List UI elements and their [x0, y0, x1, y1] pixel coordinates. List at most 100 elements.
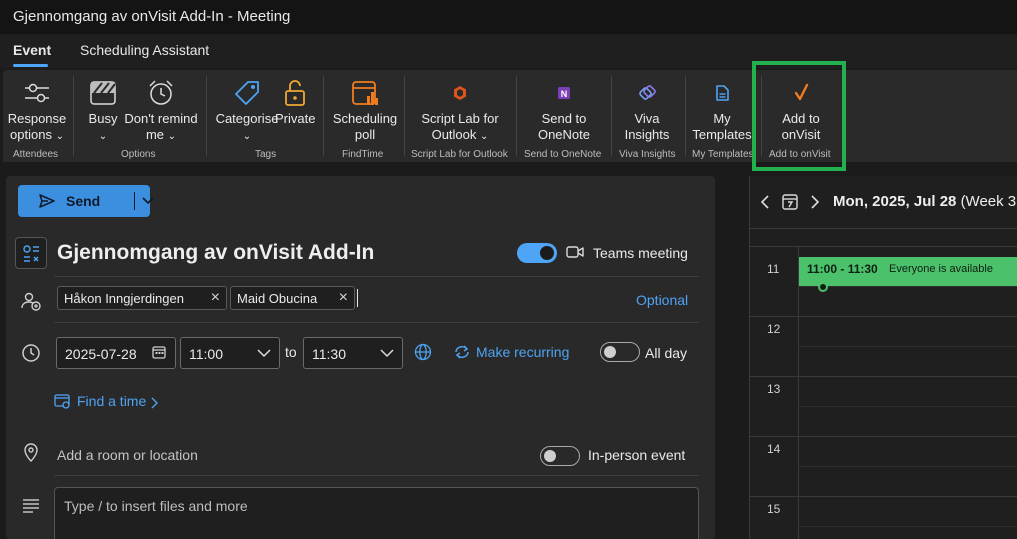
event-availability-note: Everyone is available: [889, 263, 993, 275]
find-time-icon: [54, 394, 70, 409]
text-cursor: [357, 289, 358, 307]
clock-icon: [22, 344, 40, 362]
ribbon-separator: [323, 76, 324, 156]
viva-insights-icon: [639, 85, 656, 100]
today-calendar-icon[interactable]: [781, 193, 799, 211]
start-time-field[interactable]: 11:00: [180, 337, 280, 369]
script-lab-icon: [454, 86, 466, 100]
send-to-onenote-label-2: OneNote: [537, 127, 591, 142]
message-body-editor[interactable]: Type / to insert files and more: [54, 487, 699, 539]
video-camera-icon: [566, 246, 584, 258]
chevron-down-icon[interactable]: [257, 348, 271, 358]
group-label-tags: Tags: [255, 149, 277, 160]
calendar-half-hour-line: [798, 406, 1017, 407]
calendar-grid-line: [750, 246, 1017, 247]
ribbon-separator: [611, 76, 612, 156]
event-time: 11:00 - 11:30: [807, 262, 878, 276]
ribbon-separator: [404, 76, 405, 156]
send-button[interactable]: Send: [18, 185, 154, 217]
calendar-half-hour-line: [798, 286, 1017, 287]
attendee-name: Håkon Inngjerdingen: [64, 291, 184, 306]
title-bar: Gjennomgang av onVisit Add-In - Meeting: [0, 0, 1017, 34]
chevron-down-icon[interactable]: [380, 348, 394, 358]
templates-icon: [716, 85, 729, 101]
ribbon-separator: [206, 76, 207, 156]
active-tab-indicator: [13, 64, 48, 67]
onvisit-highlight-box: [752, 61, 846, 171]
body-placeholder: Type / to insert files and more: [64, 498, 248, 514]
calendar-grid-line: [750, 376, 1017, 377]
group-label-attendees: Attendees: [13, 149, 59, 160]
scheduling-poll-label-1: Scheduling: [332, 111, 398, 126]
text-lines-icon: [23, 499, 39, 513]
dont-remind-label-2: me: [145, 127, 165, 142]
ribbon-separator: [73, 76, 74, 156]
teams-meeting-toggle[interactable]: [517, 243, 557, 263]
my-templates-label-1: My: [713, 111, 731, 126]
calendar-grid-line: [750, 436, 1017, 437]
group-label-viva: Viva Insights: [619, 149, 676, 160]
tab-event[interactable]: Event: [13, 42, 51, 58]
lock-icon: [285, 80, 305, 106]
group-label-options: Options: [121, 149, 156, 160]
private-button[interactable]: Private: [275, 70, 315, 162]
optional-attendees-link[interactable]: Optional: [636, 292, 688, 308]
location-input[interactable]: Add a room or location: [57, 447, 198, 463]
calendar-half-hour-line: [798, 526, 1017, 527]
calendar-grid-line: [750, 496, 1017, 497]
divider: [54, 276, 699, 277]
calendar-icon[interactable]: [151, 344, 167, 360]
meeting-type-icon[interactable]: [15, 237, 47, 269]
start-date-field[interactable]: 2025-07-28: [56, 337, 176, 369]
calendar-half-hour-line: [798, 466, 1017, 467]
scheduling-poll-label-2: poll: [354, 127, 376, 142]
end-time-value: 11:30: [312, 346, 346, 362]
busy-label: Busy: [88, 111, 118, 126]
hour-label: 14: [767, 442, 781, 456]
send-icon: [39, 194, 55, 208]
in-person-toggle[interactable]: [540, 446, 580, 466]
private-label: Private: [275, 111, 316, 126]
in-person-label: In-person event: [588, 447, 686, 463]
event-resize-handle[interactable]: [818, 282, 828, 292]
globe-icon[interactable]: [414, 343, 432, 361]
tab-bar: Event Scheduling Assistant: [0, 34, 1017, 68]
ribbon: Response options ⌄ Attendees Busy ⌄ Don't …: [3, 70, 1017, 162]
make-recurring-link[interactable]: Make recurring: [476, 344, 569, 360]
response-options-icon: [25, 83, 49, 103]
end-time-field[interactable]: 11:30: [303, 337, 403, 369]
send-label: Send: [66, 193, 101, 209]
remove-attendee-icon[interactable]: ×: [211, 289, 220, 307]
calendar-date-header: Mon, 2025, Jul 28 (Week 31: [833, 193, 1017, 210]
hour-label: 15: [767, 502, 781, 516]
busy-button[interactable]: Busy ⌄: [81, 70, 125, 162]
tag-icon: [235, 81, 259, 105]
dont-remind-label-1: Don't remind: [124, 111, 198, 126]
all-day-label: All day: [645, 345, 688, 361]
categorise-label: Categorise: [215, 111, 279, 126]
calendar-date-label: Mon, 2025, Jul 28: [833, 193, 957, 210]
attendee-chip[interactable]: Håkon Inngjerdingen ×: [57, 286, 227, 310]
scheduling-poll-icon: [352, 81, 378, 105]
calendar-event-block[interactable]: 11:00 - 11:30 Everyone is available: [799, 257, 1017, 292]
response-options-label-2: options: [10, 127, 52, 142]
chevron-left-icon[interactable]: [760, 195, 770, 209]
onenote-icon: N: [558, 87, 570, 99]
all-day-toggle[interactable]: [600, 342, 640, 362]
chevron-right-icon[interactable]: [810, 195, 820, 209]
chevron-right-icon[interactable]: [150, 397, 158, 409]
ribbon-separator: [516, 76, 517, 156]
remove-attendee-icon[interactable]: ×: [339, 289, 348, 307]
busy-status-icon: [90, 81, 116, 105]
attendee-chip[interactable]: Maid Obucina ×: [230, 286, 355, 310]
attendee-name: Maid Obucina: [237, 291, 318, 306]
calendar-panel: [749, 176, 1017, 539]
recurring-icon[interactable]: [453, 344, 471, 360]
calendar-week-label: (Week 31: [960, 193, 1017, 210]
chevron-down-icon[interactable]: [142, 196, 154, 206]
tab-scheduling-assistant[interactable]: Scheduling Assistant: [80, 42, 209, 58]
meeting-subject-field[interactable]: Gjennomgang av onVisit Add-In: [57, 241, 374, 265]
divider: [54, 475, 699, 476]
alarm-clock-icon: [149, 80, 173, 105]
find-a-time-link[interactable]: Find a time: [77, 393, 146, 409]
